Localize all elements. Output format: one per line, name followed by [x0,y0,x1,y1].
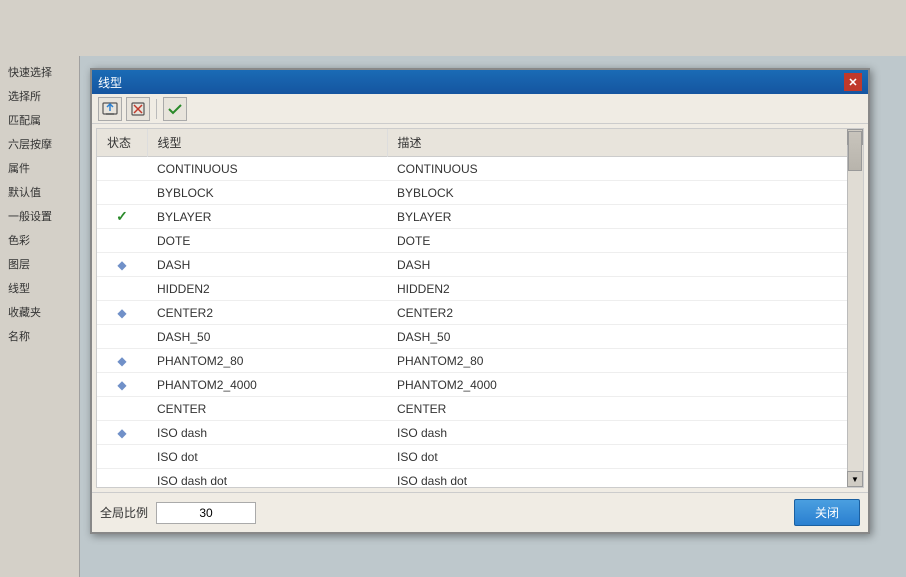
checkmark-icon: ✓ [116,208,128,224]
col-header-status: 状态 [97,129,147,157]
confirm-icon [166,100,184,118]
row-status [97,157,147,181]
dialog-footer: 全局比例 关闭 [92,492,868,532]
layer-diamond-icon: ◆ [117,258,126,272]
row-status: ◆ [97,421,147,445]
row-linetype: DOTE [147,229,387,253]
sidebar-item-quick-select[interactable]: 快速选择 [0,60,79,84]
row-status [97,469,147,489]
delete-linetype-button[interactable] [126,97,150,121]
row-linetype: CENTER [147,397,387,421]
table-row[interactable]: BYBLOCKBYBLOCK [97,181,863,205]
layer-diamond-icon: ◆ [117,378,126,392]
sidebar-item-linetype[interactable]: 线型 [0,276,79,300]
row-linetype: BYLAYER [147,205,387,229]
row-status: ◆ [97,349,147,373]
row-status: ◆ [97,373,147,397]
row-description: DASH_50 [387,325,863,349]
row-linetype: HIDDEN2 [147,277,387,301]
table-row[interactable]: CENTERCENTER [97,397,863,421]
scroll-thumb[interactable] [848,131,862,171]
table-row[interactable]: ✓ BYLAYERBYLAYER [97,205,863,229]
sidebar-item-color[interactable]: 色彩 [0,228,79,252]
row-description: CENTER2 [387,301,863,325]
delete-icon [129,100,147,118]
table-row[interactable]: ◆ CENTER2CENTER2 [97,301,863,325]
scroll-down-button[interactable]: ▼ [847,471,863,487]
dialog-toolbar [92,94,868,124]
layer-diamond-icon: ◆ [117,354,126,368]
row-description: ISO dash dot [387,469,863,489]
confirm-button[interactable] [163,97,187,121]
row-status [97,325,147,349]
sidebar-item-select-all[interactable]: 选择所 [0,84,79,108]
row-linetype: CENTER2 [147,301,387,325]
row-linetype: PHANTOM2_80 [147,349,387,373]
row-status [97,445,147,469]
sidebar-item-name[interactable]: 名称 [0,324,79,348]
row-status [97,277,147,301]
sidebar-item-general[interactable]: 一般设置 [0,204,79,228]
sidebar: 快速选择 选择所 匹配属 六层按摩 属件 默认值 一般设置 色彩 图层 线型 收… [0,56,80,577]
table-row[interactable]: CONTINUOUSCONTINUOUS [97,157,863,181]
row-description: CONTINUOUS [387,157,863,181]
close-dialog-button[interactable]: 关闭 [794,499,860,526]
table-row[interactable]: HIDDEN2HIDDEN2 [97,277,863,301]
row-description: PHANTOM2_4000 [387,373,863,397]
row-description: DOTE [387,229,863,253]
toolbar-separator [156,99,157,119]
row-status: ◆ [97,253,147,277]
row-linetype: DASH_50 [147,325,387,349]
layer-diamond-icon: ◆ [117,306,126,320]
row-description: DASH [387,253,863,277]
row-description: BYLAYER [387,205,863,229]
row-linetype: BYBLOCK [147,181,387,205]
row-description: CENTER [387,397,863,421]
table-row[interactable]: ◆ DASHDASH [97,253,863,277]
row-linetype: ISO dot [147,445,387,469]
load-icon [101,100,119,118]
table-row[interactable]: DOTEDOTE [97,229,863,253]
row-status: ✓ [97,205,147,229]
scale-input[interactable] [156,502,256,524]
sidebar-item-match[interactable]: 匹配属 [0,108,79,132]
row-status: ◆ [97,301,147,325]
row-linetype: ISO dash [147,421,387,445]
sidebar-item-default[interactable]: 默认值 [0,180,79,204]
load-linetype-button[interactable] [98,97,122,121]
sidebar-item-6layer[interactable]: 六层按摩 [0,132,79,156]
table-row[interactable]: ◆ ISO dashISO dash [97,421,863,445]
table-row[interactable]: ◆ PHANTOM2_4000PHANTOM2_4000 [97,373,863,397]
dialog-titlebar: 线型 ✕ [92,70,868,94]
table-row[interactable]: DASH_50DASH_50 [97,325,863,349]
row-description: PHANTOM2_80 [387,349,863,373]
linetype-table-container[interactable]: 状态 线型 描述 CONTINUOUSCONTINUOUSBYBLOCKBYBL… [96,128,864,488]
dialog-title: 线型 [98,74,122,91]
row-description: BYBLOCK [387,181,863,205]
dialog-close-button[interactable]: ✕ [844,73,862,91]
row-description: HIDDEN2 [387,277,863,301]
row-linetype: ISO dash dot [147,469,387,489]
row-linetype: CONTINUOUS [147,157,387,181]
table-row[interactable]: ISO dotISO dot [97,445,863,469]
sidebar-item-layer[interactable]: 图层 [0,252,79,276]
sidebar-item-attr[interactable]: 属件 [0,156,79,180]
col-header-description: 描述 [387,129,863,157]
row-status [97,181,147,205]
layer-diamond-icon: ◆ [117,426,126,440]
linetype-dialog: 线型 ✕ [90,68,870,534]
row-description: ISO dot [387,445,863,469]
row-linetype: DASH [147,253,387,277]
row-linetype: PHANTOM2_4000 [147,373,387,397]
table-row[interactable]: ISO dash dotISO dash dot [97,469,863,489]
row-status [97,229,147,253]
linetype-table: 状态 线型 描述 CONTINUOUSCONTINUOUSBYBLOCKBYBL… [97,129,863,488]
table-scrollbar-track[interactable]: ▲ ▼ [847,129,863,487]
sidebar-item-favorites[interactable]: 收藏夹 [0,300,79,324]
row-status [97,397,147,421]
scale-label: 全局比例 [100,504,148,521]
row-description: ISO dash [387,421,863,445]
table-row[interactable]: ◆ PHANTOM2_80PHANTOM2_80 [97,349,863,373]
col-header-linetype: 线型 [147,129,387,157]
